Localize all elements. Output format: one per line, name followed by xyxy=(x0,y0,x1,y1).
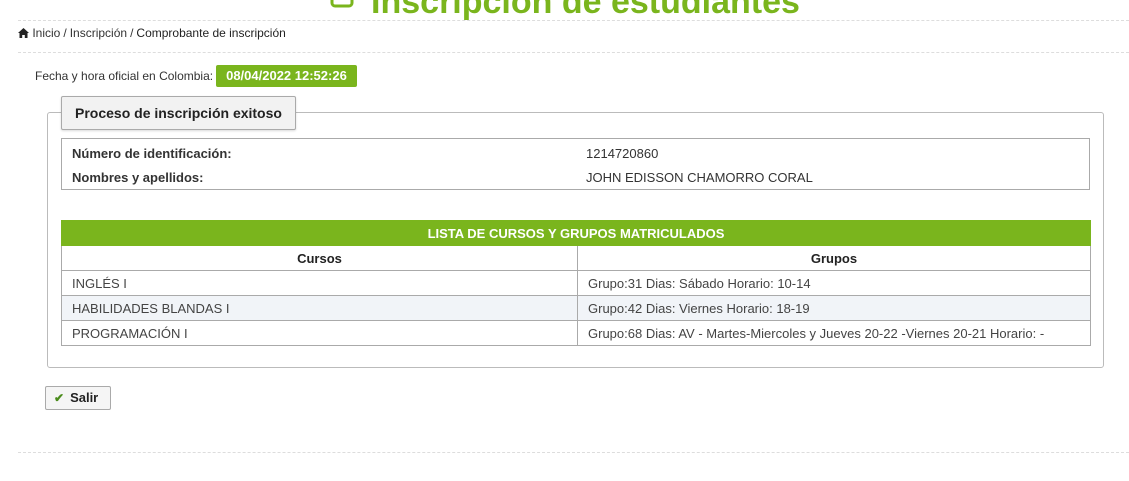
breadcrumb-divider xyxy=(18,52,1129,53)
breadcrumb-home-link[interactable]: Inicio xyxy=(32,26,60,40)
datetime-label: Fecha y hora oficial en Colombia: xyxy=(35,69,214,83)
group-cell: Grupo:68 Dias: AV - Martes-Miercoles y J… xyxy=(577,320,1091,346)
student-info-table: Número de identificación: 1214720860 Nom… xyxy=(61,138,1090,190)
breadcrumb-separator: / xyxy=(130,26,134,40)
column-header-grupos: Grupos xyxy=(577,245,1091,271)
column-header-cursos: Cursos xyxy=(61,245,578,271)
id-label: Número de identificación: xyxy=(72,145,232,161)
courses-table: LISTA DE CURSOS Y GRUPOS MATRICULADOS Cu… xyxy=(61,220,1091,346)
course-cell: HABILIDADES BLANDAS I xyxy=(61,295,578,321)
breadcrumb: Inicio / Inscripción / Comprobante de inscri… xyxy=(18,26,286,40)
exit-button-label: Salir xyxy=(70,390,99,405)
info-row-id: Número de identificación: 1214720860 xyxy=(62,139,1090,166)
edit-icon xyxy=(329,0,359,17)
course-cell: PROGRAMACIÓN I xyxy=(61,320,578,346)
exit-button[interactable]: ✔ Salir xyxy=(45,386,112,410)
page-title-text: Inscripción de estudiantes xyxy=(371,0,800,21)
course-cell: INGLÉS I xyxy=(61,270,578,296)
table-row: PROGRAMACIÓN I Grupo:68 Dias: AV - Marte… xyxy=(61,320,1091,346)
group-cell: Grupo:31 Dias: Sábado Horario: 10-14 xyxy=(577,270,1091,296)
home-icon xyxy=(18,26,32,40)
name-label: Nombres y apellidos: xyxy=(72,169,204,185)
id-value: 1214720860 xyxy=(586,145,659,161)
title-divider xyxy=(18,20,1129,21)
courses-table-caption: LISTA DE CURSOS Y GRUPOS MATRICULADOS xyxy=(61,220,1091,246)
breadcrumb-current: Comprobante de inscripción xyxy=(136,26,286,40)
name-value: JOHN EDISSON CHAMORRO CORAL xyxy=(586,169,813,185)
table-row: INGLÉS I Grupo:31 Dias: Sábado Horario: … xyxy=(61,270,1091,296)
bottom-divider xyxy=(18,452,1129,453)
info-row-name: Nombres y apellidos: JOHN EDISSON CHAMOR… xyxy=(62,165,1090,190)
table-row: HABILIDADES BLANDAS I Grupo:42 Dias: Vie… xyxy=(61,295,1091,321)
breadcrumb-separator: / xyxy=(63,26,67,40)
result-legend: Proceso de inscripción exitoso xyxy=(61,96,296,130)
page-title: Inscripción de estudiantes xyxy=(0,0,1129,20)
breadcrumb-inscripcion-link[interactable]: Inscripción xyxy=(70,26,127,40)
datetime-badge: 08/04/2022 12:52:26 xyxy=(216,65,357,87)
check-icon: ✔ xyxy=(54,391,65,405)
official-datetime: Fecha y hora oficial en Colombia: 08/04/2… xyxy=(35,65,357,87)
group-cell: Grupo:42 Dias: Viernes Horario: 18-19 xyxy=(577,295,1091,321)
